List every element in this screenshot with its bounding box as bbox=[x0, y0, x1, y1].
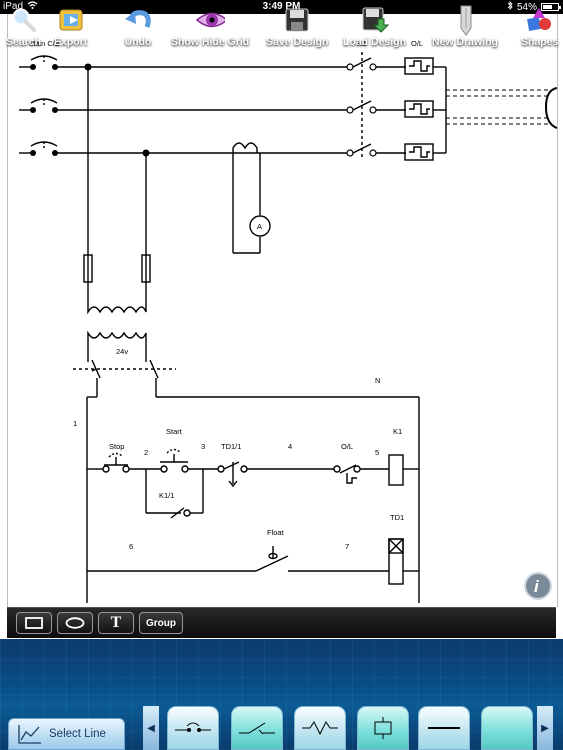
label-wire-3: 3 bbox=[201, 442, 205, 451]
show-hide-grid-label: Show Hide Grid bbox=[171, 36, 250, 48]
search-label: Search bbox=[6, 36, 42, 48]
search-icon bbox=[9, 4, 39, 36]
new-drawing-button[interactable]: New Drawing bbox=[432, 4, 498, 48]
resistor-icon bbox=[302, 721, 338, 736]
palette-nc-contact[interactable] bbox=[167, 706, 219, 750]
ellipse-tool-button[interactable] bbox=[57, 612, 93, 634]
label-stop: Stop bbox=[109, 442, 124, 451]
load-design-label: Load Design bbox=[343, 36, 407, 48]
label-n: N bbox=[375, 376, 380, 385]
right-arrow-icon: ▶ bbox=[541, 722, 549, 734]
label-wire-5: 5 bbox=[375, 448, 379, 457]
label-wire-4: 4 bbox=[288, 442, 292, 451]
undo-button[interactable]: Undo bbox=[123, 4, 153, 48]
left-arrow-icon: ◀ bbox=[147, 722, 155, 734]
label-float: Float bbox=[267, 528, 285, 537]
pencil-icon bbox=[450, 4, 480, 36]
label-td11: TD1/1 bbox=[221, 442, 241, 451]
shapes-button[interactable]: Shapes bbox=[521, 4, 558, 48]
palette-empty[interactable] bbox=[481, 706, 533, 750]
group-button[interactable]: Group bbox=[139, 612, 183, 634]
label-k11: K1/1 bbox=[159, 491, 174, 500]
label-k1-coil: K1 bbox=[393, 427, 402, 436]
search-button[interactable]: Search bbox=[6, 4, 41, 48]
ellipse-icon bbox=[65, 617, 85, 629]
rectangle-icon bbox=[25, 617, 43, 629]
label-ammeter: A bbox=[257, 222, 262, 231]
export-icon bbox=[56, 4, 86, 36]
bluetooth-icon bbox=[507, 0, 513, 13]
eye-icon bbox=[195, 4, 226, 36]
palette-wire[interactable] bbox=[418, 706, 470, 750]
load-design-button[interactable]: Load Design bbox=[343, 4, 406, 48]
label-ol-ctrl: O/L bbox=[341, 442, 353, 451]
rectangle-tool-button[interactable] bbox=[16, 612, 52, 634]
coil-icon bbox=[374, 717, 392, 739]
label-wire-6: 6 bbox=[129, 542, 133, 551]
export-button[interactable]: Export bbox=[54, 4, 87, 48]
drawing-toolbar: T Group bbox=[7, 607, 556, 638]
palette-no-contact[interactable] bbox=[231, 706, 283, 750]
select-line-button[interactable]: Select Line bbox=[8, 718, 125, 750]
no-contact-icon bbox=[239, 722, 275, 735]
load-floppy-icon bbox=[360, 4, 390, 36]
label-wire-2: 2 bbox=[144, 448, 148, 457]
shapes-label: Shapes bbox=[521, 36, 559, 48]
nc-contact-icon bbox=[175, 722, 211, 732]
label-wire-7: 7 bbox=[345, 542, 349, 551]
new-drawing-label: New Drawing bbox=[432, 36, 498, 48]
label-ol-top: O/L bbox=[411, 39, 423, 48]
floppy-icon bbox=[282, 4, 312, 36]
label-24v: 24v bbox=[116, 347, 128, 356]
palette-coil[interactable] bbox=[357, 706, 409, 750]
label-wire-1: 1 bbox=[73, 419, 77, 428]
scroll-right-button[interactable]: ▶ bbox=[537, 706, 553, 750]
export-label: Export bbox=[54, 36, 88, 48]
palette-resistor[interactable] bbox=[294, 706, 346, 750]
scroll-left-button[interactable]: ◀ bbox=[143, 706, 159, 750]
schematic[interactable]: Main C/B K1 O/L A 24v N 1 Stop Start 2 3… bbox=[8, 14, 557, 607]
info-icon[interactable]: i bbox=[524, 572, 552, 600]
select-line-label: Select Line bbox=[49, 728, 106, 740]
undo-label: Undo bbox=[124, 36, 152, 48]
label-start: Start bbox=[166, 427, 183, 436]
text-tool-button[interactable]: T bbox=[98, 612, 134, 634]
save-design-label: Save Design bbox=[266, 36, 329, 48]
label-td1: TD1 bbox=[390, 513, 404, 522]
undo-icon bbox=[123, 4, 153, 36]
line-chart-icon bbox=[18, 725, 41, 744]
save-design-button[interactable]: Save Design bbox=[266, 4, 328, 48]
wire-icon bbox=[428, 727, 460, 729]
show-hide-grid-button[interactable]: Show Hide Grid bbox=[171, 4, 249, 48]
drawing-canvas[interactable]: Main C/B K1 O/L A 24v N 1 Stop Start 2 3… bbox=[7, 14, 558, 607]
shapes-icon bbox=[525, 4, 555, 36]
